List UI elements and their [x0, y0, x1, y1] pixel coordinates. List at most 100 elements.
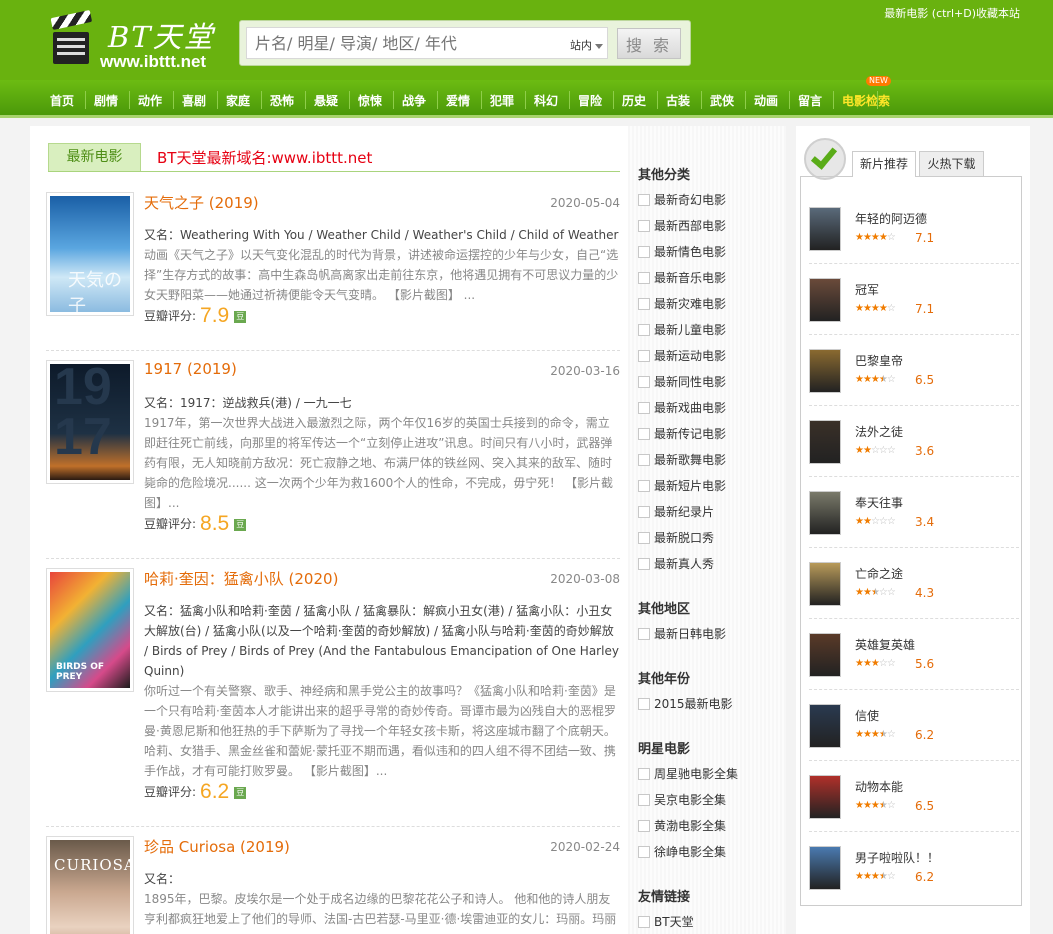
- nav-item[interactable]: 武侠: [710, 93, 734, 109]
- recommend-title[interactable]: 年轻的阿迈德: [855, 210, 927, 227]
- movie-poster[interactable]: BIRDS OF PREY: [46, 568, 134, 692]
- recommend-item[interactable]: 动物本能 ★★★★☆ 6.5: [809, 775, 1019, 845]
- category-link[interactable]: 周星驰电影全集: [638, 766, 738, 782]
- tab-new-recommend[interactable]: 新片推荐: [852, 151, 916, 177]
- recommend-title[interactable]: 巴黎皇帝: [855, 352, 903, 369]
- category-link[interactable]: 2015最新电影: [638, 696, 733, 712]
- recommend-item[interactable]: 巴黎皇帝 ★★★★☆ 6.5: [809, 349, 1019, 419]
- category-label: 最新灾难电影: [654, 297, 727, 311]
- category-link[interactable]: 最新运动电影: [638, 348, 726, 364]
- recommend-title[interactable]: 亡命之途: [855, 565, 903, 582]
- nav-item[interactable]: 喜剧: [182, 93, 206, 109]
- movie-thumbnail[interactable]: [809, 420, 841, 464]
- nav-item[interactable]: 战争: [402, 93, 426, 109]
- nav-item[interactable]: 首页: [50, 93, 74, 109]
- movie-poster[interactable]: 天気の子: [46, 192, 134, 316]
- movie-thumbnail[interactable]: [809, 349, 841, 393]
- movie-aka: 又名：: [144, 872, 181, 886]
- site-logo[interactable]: BT天堂 www.ibttt.net: [50, 9, 230, 74]
- movie-title[interactable]: 珍品 Curiosa (2019): [144, 836, 290, 857]
- movie-title[interactable]: 哈莉·奎因：猛禽小队 (2020): [144, 568, 338, 589]
- douban-icon[interactable]: 豆: [234, 787, 247, 799]
- category-link[interactable]: BT天堂: [638, 914, 694, 930]
- movie-aka: 又名：1917：逆战救兵(港) / 一九一七: [144, 396, 352, 410]
- tab-hot-downloads[interactable]: 火热下载: [919, 151, 984, 177]
- recommend-title[interactable]: 冠军: [855, 281, 879, 298]
- category-link[interactable]: 最新日韩电影: [638, 626, 726, 642]
- nav-item[interactable]: 恐怖: [270, 93, 294, 109]
- category-link[interactable]: 最新传记电影: [638, 426, 726, 442]
- movie-thumbnail[interactable]: [809, 704, 841, 748]
- search-button[interactable]: 搜 索: [617, 28, 681, 59]
- category-link[interactable]: 最新儿童电影: [638, 322, 726, 338]
- category-link[interactable]: 最新奇幻电影: [638, 192, 726, 208]
- nav-item[interactable]: 冒险: [578, 93, 602, 109]
- category-link[interactable]: 最新脱口秀: [638, 530, 714, 546]
- nav-item[interactable]: 家庭: [226, 93, 250, 109]
- recommend-title[interactable]: 奉天往事: [855, 494, 903, 511]
- recommend-item[interactable]: 亡命之途 ★★★☆☆ 4.3: [809, 562, 1019, 632]
- category-label: 最新戏曲电影: [654, 401, 727, 415]
- search-scope-select[interactable]: 站内: [570, 37, 603, 53]
- nav-item[interactable]: 历史: [622, 93, 646, 109]
- star-rating-icon: ★★★★☆: [855, 729, 896, 740]
- nav-item[interactable]: 动画: [754, 93, 778, 109]
- recommend-item[interactable]: 年轻的阿迈德 ★★★★☆ 7.1: [809, 207, 1019, 277]
- category-link[interactable]: 徐峥电影全集: [638, 844, 726, 860]
- category-link[interactable]: 最新同性电影: [638, 374, 726, 390]
- movie-thumbnail[interactable]: [809, 846, 841, 890]
- recommend-title[interactable]: 动物本能: [855, 778, 903, 795]
- nav-item[interactable]: 电影检索: [842, 93, 890, 109]
- nav-item[interactable]: 惊悚: [358, 93, 382, 109]
- movie-title[interactable]: 天气之子 (2019): [144, 192, 259, 213]
- douban-icon[interactable]: 豆: [234, 311, 247, 323]
- recommend-divider: [809, 547, 1019, 548]
- checkbox-icon: [638, 820, 650, 832]
- recommend-item[interactable]: 男子啦啦队！！ ★★★★☆ 6.2: [809, 846, 1019, 916]
- recommend-item[interactable]: 奉天往事 ★★☆☆☆ 3.4: [809, 491, 1019, 561]
- recommend-title[interactable]: 英雄复英雄: [855, 636, 915, 653]
- category-link[interactable]: 最新西部电影: [638, 218, 726, 234]
- nav-item[interactable]: 悬疑: [314, 93, 338, 109]
- tab-latest-movies[interactable]: 最新电影: [48, 143, 141, 171]
- category-link[interactable]: 最新短片电影: [638, 478, 726, 494]
- movie-thumbnail[interactable]: [809, 633, 841, 677]
- recommend-item[interactable]: 法外之徒 ★★☆☆☆ 3.6: [809, 420, 1019, 490]
- movie-thumbnail[interactable]: [809, 491, 841, 535]
- movie-thumbnail[interactable]: [809, 207, 841, 251]
- bookmark-link[interactable]: 最新电影 (ctrl+D)收藏本站: [884, 5, 1020, 21]
- chevron-down-icon: [595, 43, 603, 49]
- nav-separator: [481, 91, 482, 109]
- nav-item[interactable]: 爱情: [446, 93, 470, 109]
- nav-separator: [437, 91, 438, 109]
- recommend-title[interactable]: 法外之徒: [855, 423, 903, 440]
- movie-poster[interactable]: CURIOSA: [46, 836, 134, 934]
- category-link[interactable]: 最新歌舞电影: [638, 452, 726, 468]
- nav-item[interactable]: 动作: [138, 93, 162, 109]
- movie-thumbnail[interactable]: [809, 278, 841, 322]
- category-link[interactable]: 最新真人秀: [638, 556, 714, 572]
- movie-poster[interactable]: 19 17: [46, 360, 134, 484]
- category-link[interactable]: 最新戏曲电影: [638, 400, 726, 416]
- recommend-title[interactable]: 男子啦啦队！！: [855, 849, 939, 866]
- nav-item[interactable]: 古装: [666, 93, 690, 109]
- recommend-item[interactable]: 信使 ★★★★☆ 6.2: [809, 704, 1019, 774]
- nav-item[interactable]: 留言: [798, 93, 822, 109]
- nav-item[interactable]: 剧情: [94, 93, 118, 109]
- movie-thumbnail[interactable]: [809, 775, 841, 819]
- douban-icon[interactable]: 豆: [234, 519, 247, 531]
- category-link[interactable]: 吴京电影全集: [638, 792, 726, 808]
- category-link[interactable]: 最新灾难电影: [638, 296, 726, 312]
- nav-item[interactable]: 犯罪: [490, 93, 514, 109]
- category-link[interactable]: 最新情色电影: [638, 244, 726, 260]
- recommend-title[interactable]: 信使: [855, 707, 879, 724]
- category-link[interactable]: 黄渤电影全集: [638, 818, 726, 834]
- movie-thumbnail[interactable]: [809, 562, 841, 606]
- search-input[interactable]: [246, 27, 608, 59]
- recommend-item[interactable]: 冠军 ★★★★☆ 7.1: [809, 278, 1019, 348]
- movie-title[interactable]: 1917 (2019): [144, 360, 237, 378]
- recommend-item[interactable]: 英雄复英雄 ★★★☆☆ 5.6: [809, 633, 1019, 703]
- category-link[interactable]: 最新音乐电影: [638, 270, 726, 286]
- category-link[interactable]: 最新纪录片: [638, 504, 714, 520]
- nav-item[interactable]: 科幻: [534, 93, 558, 109]
